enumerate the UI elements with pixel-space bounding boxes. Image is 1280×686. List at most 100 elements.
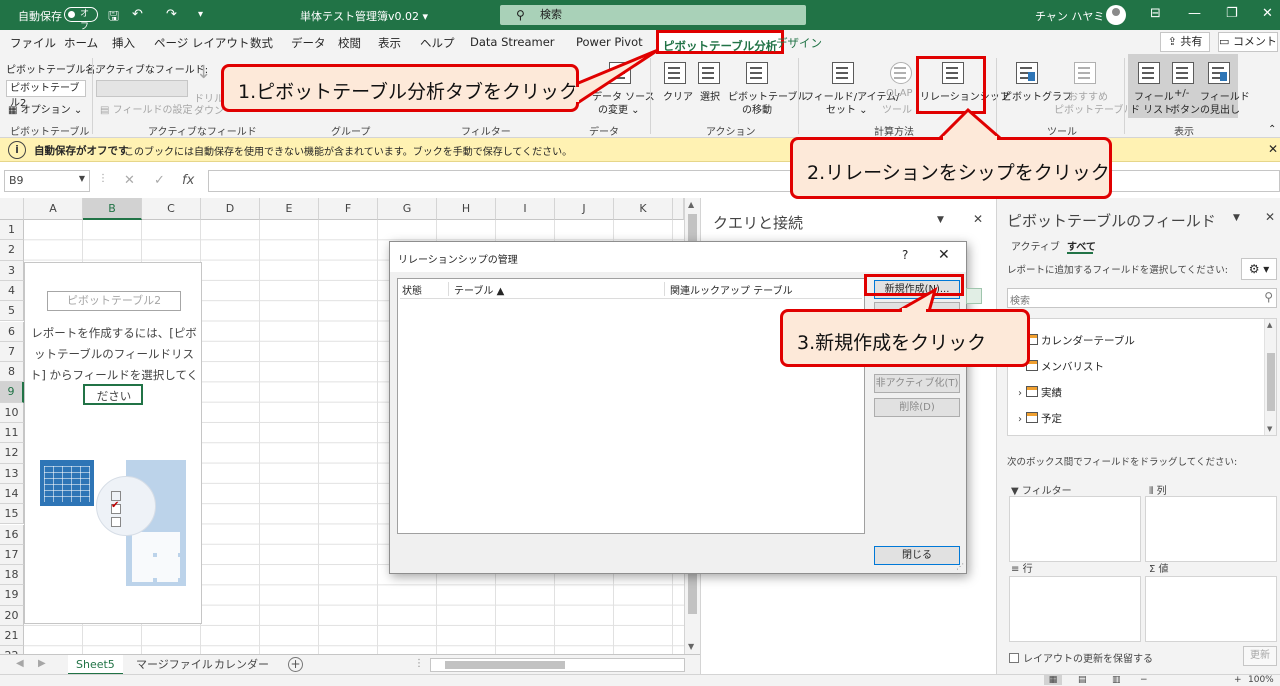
select-label[interactable]: 選択 xyxy=(700,88,720,103)
row-header[interactable]: 6 xyxy=(0,321,24,342)
column-header-table[interactable]: テーブル ▲ xyxy=(454,282,504,297)
column-header[interactable]: A xyxy=(24,198,83,220)
chevron-down-icon[interactable]: ▼ xyxy=(79,174,85,183)
row-header[interactable]: 10 xyxy=(0,402,24,423)
select-icon[interactable] xyxy=(698,62,720,84)
plus-minus-buttons-icon[interactable] xyxy=(1172,62,1194,84)
zoom-in-icon[interactable]: + xyxy=(1234,675,1242,685)
close-window-icon[interactable]: ✕ xyxy=(1262,6,1273,21)
clear-label[interactable]: クリア xyxy=(663,88,693,103)
data-source-icon[interactable] xyxy=(609,62,631,84)
data-source-label-2[interactable]: の変更 ⌄ xyxy=(598,101,640,116)
search-box[interactable]: ⚲ 検索 xyxy=(500,5,806,25)
fields-items-label-2[interactable]: セット ⌄ xyxy=(826,101,868,116)
pivot-chart-icon[interactable] xyxy=(1016,62,1038,84)
save-icon[interactable]: 🖫 xyxy=(108,7,119,29)
row-header[interactable]: 16 xyxy=(0,524,24,545)
column-header[interactable]: D xyxy=(201,198,260,220)
move-pivot-icon[interactable] xyxy=(746,62,768,84)
checkbox-box[interactable] xyxy=(1009,653,1019,663)
tab-home[interactable]: ホーム xyxy=(64,35,98,51)
help-icon[interactable]: ? xyxy=(902,248,908,262)
field-list-icon[interactable] xyxy=(1138,62,1160,84)
row-header[interactable]: 4 xyxy=(0,280,24,302)
scroll-down-icon[interactable]: ▼ xyxy=(1267,425,1272,433)
ribbon-display-icon[interactable]: ⊟ xyxy=(1150,6,1161,21)
row-header[interactable]: 15 xyxy=(0,504,24,525)
comment-button[interactable]: ▭ コメント xyxy=(1218,32,1278,52)
document-title[interactable]: 単体テスト管理簿v0.02 ▾ xyxy=(300,8,428,24)
tab-data-streamer[interactable]: Data Streamer xyxy=(470,35,555,49)
column-header-status[interactable]: 状態 xyxy=(402,282,422,297)
tab-page-layout[interactable]: ページ レイアウト xyxy=(154,35,249,51)
redo-icon[interactable]: ↷ xyxy=(166,7,177,22)
field-search-input[interactable]: 検索 ⚲ xyxy=(1007,288,1277,308)
tab-all[interactable]: すべて xyxy=(1067,238,1096,253)
column-header[interactable]: B xyxy=(83,198,142,220)
close-icon[interactable]: ✕ xyxy=(1268,142,1278,156)
zoom-out-icon[interactable]: − xyxy=(1140,675,1148,685)
field-settings-button[interactable]: ▤ フィールドの設定 xyxy=(100,101,192,116)
rows-drop-area[interactable] xyxy=(1009,576,1141,642)
row-header[interactable]: 13 xyxy=(0,463,24,484)
row-header[interactable]: 14 xyxy=(0,483,24,505)
row-header[interactable]: 17 xyxy=(0,544,24,566)
prev-sheet-icon[interactable]: ◀ xyxy=(16,658,24,669)
field-list-scrollbar[interactable]: ▲ ▼ xyxy=(1264,319,1276,435)
gear-icon[interactable]: ⚙ ▾ xyxy=(1241,258,1277,280)
active-cell[interactable] xyxy=(83,384,143,405)
close-button[interactable]: 閉じる xyxy=(874,546,960,565)
tab-help[interactable]: ヘルプ xyxy=(420,35,455,51)
scroll-thumb[interactable] xyxy=(1267,353,1275,411)
row-header[interactable]: 5 xyxy=(0,301,24,322)
row-header[interactable]: 1 xyxy=(0,220,24,241)
insert-function-icon[interactable]: fx xyxy=(182,173,194,188)
column-header[interactable]: I xyxy=(496,198,555,220)
tab-pivottable-analyze[interactable]: ピボットテーブル分析 xyxy=(656,30,785,54)
row-header[interactable]: 8 xyxy=(0,362,24,383)
restore-icon[interactable]: ❐ xyxy=(1226,6,1238,21)
minimize-icon[interactable]: — xyxy=(1188,6,1201,21)
field-list[interactable]: カレンダーテーブル メンバリスト › 実績 › 予定 ▲ ▼ xyxy=(1007,318,1277,436)
recommended-pivot-icon[interactable] xyxy=(1074,62,1096,84)
column-header[interactable]: C xyxy=(142,198,201,220)
zoom-level[interactable]: 100% xyxy=(1248,675,1274,685)
tab-design[interactable]: デザイン xyxy=(776,35,822,51)
drill-down-label-2[interactable]: ダウン xyxy=(194,102,224,117)
field-headers-icon[interactable] xyxy=(1208,62,1230,84)
tab-power-pivot[interactable]: Power Pivot xyxy=(576,35,643,49)
column-header[interactable]: E xyxy=(260,198,319,220)
column-header[interactable]: H xyxy=(437,198,496,220)
tab-insert[interactable]: 挿入 xyxy=(112,35,135,51)
row-header[interactable]: 2 xyxy=(0,240,24,261)
tab-view[interactable]: 表示 xyxy=(378,35,401,51)
chevron-right-icon[interactable]: › xyxy=(1018,388,1026,399)
cancel-icon[interactable]: ✕ xyxy=(124,173,135,188)
resize-grip-icon[interactable]: ⋰ xyxy=(956,562,964,571)
fields-items-sets-icon[interactable] xyxy=(832,62,854,84)
field-item[interactable]: › 予定 xyxy=(1018,411,1062,426)
tab-review[interactable]: 校閲 xyxy=(338,35,361,51)
row-header[interactable]: 20 xyxy=(0,605,24,626)
formula-input[interactable] xyxy=(208,170,1280,192)
row-header[interactable]: 7 xyxy=(0,341,24,363)
tab-data[interactable]: データ xyxy=(291,35,326,51)
tab-file[interactable]: ファイル xyxy=(10,35,56,51)
share-button[interactable]: ⇪ 共有 xyxy=(1160,32,1210,52)
sheet-tab[interactable]: カレンダー xyxy=(206,655,277,675)
undo-icon[interactable]: ↶ xyxy=(132,7,143,22)
active-field-input[interactable] xyxy=(96,80,188,97)
field-item[interactable]: カレンダーテーブル xyxy=(1018,333,1135,348)
recommended-label-2[interactable]: ピボットテーブル xyxy=(1054,101,1133,116)
column-header[interactable]: K xyxy=(614,198,673,220)
scroll-up-icon[interactable]: ▲ xyxy=(1267,321,1272,329)
next-sheet-icon[interactable]: ▶ xyxy=(38,658,46,669)
tab-active[interactable]: アクティブ xyxy=(1011,238,1060,253)
column-header[interactable]: G xyxy=(378,198,437,220)
pivot-name-input[interactable]: ピボットテーブル2 xyxy=(6,80,86,109)
column-header-related-table[interactable]: 関連ルックアップ テーブル xyxy=(670,282,793,297)
field-list-label-2[interactable]: ド リスト xyxy=(1130,101,1173,116)
deactivate-button[interactable]: 非アクティブ化(T) xyxy=(874,374,960,393)
close-icon[interactable]: ✕ xyxy=(1265,210,1275,224)
field-headers-label-2[interactable]: の見出し xyxy=(1200,101,1240,116)
